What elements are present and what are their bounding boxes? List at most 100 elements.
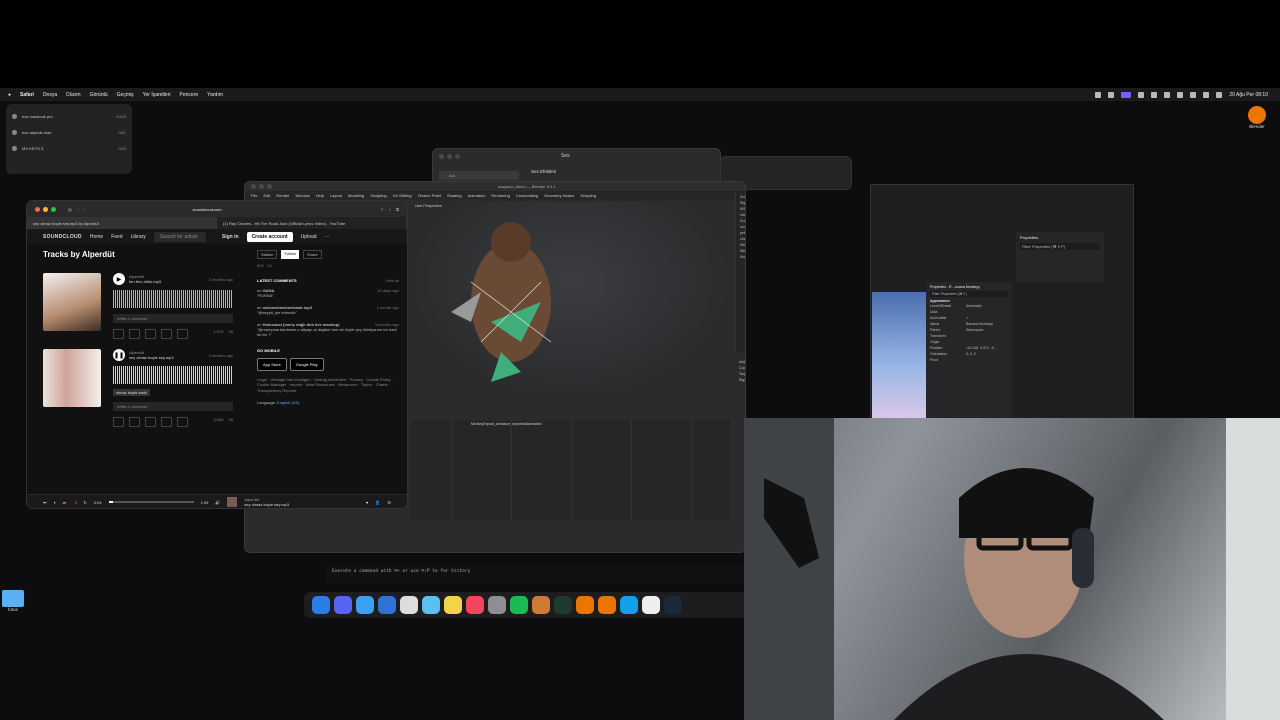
- blender-menu-item[interactable]: Edit: [263, 193, 270, 198]
- spotify-icon[interactable]: [510, 596, 528, 614]
- next-icon[interactable]: ⏭: [63, 500, 67, 505]
- menu-clock[interactable]: 20 Ağu Per 08:10: [1229, 92, 1268, 98]
- pause-button[interactable]: ❚❚: [113, 349, 125, 361]
- 3d-viewport[interactable]: User Perspective: [411, 202, 731, 398]
- property-value[interactable]: -43.148, 3.374, -5…: [966, 346, 997, 350]
- steam-icon[interactable]: [664, 596, 682, 614]
- property-value[interactable]: Automatic: [966, 304, 982, 308]
- tray-icon[interactable]: [1164, 91, 1171, 98]
- repost-icon[interactable]: [129, 329, 140, 339]
- blender-menu-item[interactable]: Geometry Nodes: [544, 193, 574, 198]
- tab-youtube[interactable]: (1) Ray Charles - Hit The Road Jack (Off…: [217, 217, 407, 229]
- menu-duzen[interactable]: Düzen: [66, 92, 80, 98]
- app-store-badge[interactable]: App Store: [257, 357, 287, 371]
- track-title[interactable]: fen fero dildo.mp3: [129, 279, 161, 284]
- wifi-icon[interactable]: [1177, 91, 1184, 98]
- blender-menu-item[interactable]: Compositing: [516, 193, 538, 198]
- finder-icon[interactable]: [312, 596, 330, 614]
- tray-icon[interactable]: [1151, 91, 1158, 98]
- progress-bar[interactable]: [108, 501, 194, 503]
- blender-menu-item[interactable]: Scripting: [580, 193, 596, 198]
- track-artwork[interactable]: [43, 273, 101, 331]
- app-icon[interactable]: [620, 596, 638, 614]
- bone-properties-panel[interactable]: Add Bone ConstraintCopy TransformsTarget…: [735, 357, 745, 403]
- now-playing-art[interactable]: [227, 497, 238, 507]
- zoom-button[interactable]: [455, 154, 460, 159]
- signin-button[interactable]: Sign in: [222, 234, 239, 240]
- track-artwork[interactable]: [43, 349, 101, 407]
- copy-link-icon[interactable]: [161, 329, 172, 339]
- google-play-badge[interactable]: Google Play: [289, 357, 324, 371]
- share-button[interactable]: Share: [303, 250, 322, 259]
- minimize-button[interactable]: [447, 154, 452, 159]
- address-bar[interactable]: soundcloud.com: [192, 207, 221, 212]
- menu-gecmis[interactable]: Geçmiş: [117, 92, 134, 98]
- menu-pencere[interactable]: Pencere: [180, 92, 199, 98]
- property-row[interactable]: Pivot: [930, 357, 1008, 363]
- control-center-icon[interactable]: [1216, 91, 1223, 98]
- search-icon[interactable]: [1203, 91, 1210, 98]
- activity-monitor-icon[interactable]: [554, 596, 572, 614]
- view-all-link[interactable]: View all: [385, 278, 399, 283]
- waveform[interactable]: [113, 290, 233, 308]
- close-button[interactable]: [35, 206, 40, 212]
- app-icon[interactable]: [532, 596, 550, 614]
- create-account-button[interactable]: Create account: [246, 231, 293, 242]
- repost-icon[interactable]: [129, 417, 140, 427]
- share-icon[interactable]: [145, 329, 156, 339]
- apple-icon[interactable]: ●: [8, 92, 11, 98]
- battery-icon[interactable]: [1190, 91, 1197, 98]
- back-icon[interactable]: ‹: [78, 207, 79, 212]
- track-title[interactable]: sey olmaz boyle sey.mp3: [129, 355, 174, 360]
- menu-app-name[interactable]: Safari: [20, 92, 34, 98]
- filter-input[interactable]: Filter Properties (⌘ F): [930, 291, 1008, 297]
- app-icon[interactable]: [378, 596, 396, 614]
- game-viewport[interactable]: [872, 292, 926, 418]
- app-icon[interactable]: [422, 596, 440, 614]
- legal-links[interactable]: Legal · Vertrăge hier kündigen · Vertrag…: [257, 377, 399, 394]
- blender-icon[interactable]: [598, 596, 616, 614]
- outliner-item[interactable]: WorldSpace Empties: [740, 254, 745, 260]
- pause-icon[interactable]: ⏸: [54, 500, 56, 505]
- waveform[interactable]: [113, 366, 233, 384]
- desktop-app-icon[interactable]: Blender: [1244, 106, 1270, 138]
- previous-icon[interactable]: ⏮: [43, 500, 47, 505]
- comment-chip[interactable]: olmaz boyle sarki: [113, 389, 150, 396]
- audio-device-row[interactable]: MX KEYS S %30: [6, 140, 132, 156]
- share-icon[interactable]: ⇧: [380, 207, 383, 212]
- menu-yardim[interactable]: Yardım: [207, 92, 223, 98]
- music-icon[interactable]: [466, 596, 484, 614]
- follow-icon[interactable]: 👤: [375, 500, 380, 505]
- comment-item[interactable]: 1 month ago on mekmekmekmekmak.mp3 "@seyyi…: [257, 305, 399, 316]
- nav-home[interactable]: Home: [90, 234, 103, 240]
- property-value[interactable]: Workspace: [966, 328, 983, 332]
- launchpad-icon[interactable]: [400, 596, 418, 614]
- more-icon[interactable]: [177, 417, 188, 427]
- property-value[interactable]: ✓: [966, 316, 969, 320]
- menu-goruntu[interactable]: Görüntü: [90, 92, 108, 98]
- blender-menu-item[interactable]: Modeling: [348, 193, 364, 198]
- play-button[interactable]: ▶: [113, 273, 125, 285]
- timeline-panel[interactable]: MonkeyExpost_Armature_ImportedAnimation: [411, 420, 731, 520]
- comment-input[interactable]: Write a comment: [113, 402, 233, 411]
- property-value[interactable]: 0, 0, 0: [966, 352, 976, 356]
- forward-icon[interactable]: ›: [83, 207, 84, 212]
- nav-library[interactable]: Library: [131, 234, 146, 240]
- share-icon[interactable]: [145, 417, 156, 427]
- close-button[interactable]: [439, 154, 444, 159]
- tray-icon[interactable]: [1108, 91, 1115, 98]
- tab-soundcloud[interactable]: sey olmaz boyle sey.mp3 by Alperdüt: [27, 217, 217, 229]
- blender-menu-item[interactable]: Render: [276, 193, 289, 198]
- discord-icon[interactable]: [334, 596, 352, 614]
- station-button[interactable]: Station: [257, 250, 278, 259]
- comment-item[interactable]: 3 months ago on Holocaust (meriç dağlı dn…: [257, 322, 399, 338]
- repeat-icon[interactable]: ↻: [83, 500, 86, 505]
- search-input[interactable]: Search for artists: [153, 231, 206, 242]
- new-tab-icon[interactable]: +: [389, 207, 391, 212]
- blender-menu-item[interactable]: Layout: [330, 193, 342, 198]
- blender-menu-item[interactable]: File: [251, 193, 257, 198]
- volume-icon[interactable]: 🔊: [215, 500, 220, 505]
- blender-menu-item[interactable]: Animation: [468, 193, 486, 198]
- like-icon[interactable]: ♥: [366, 500, 368, 505]
- copy-link-icon[interactable]: [161, 417, 172, 427]
